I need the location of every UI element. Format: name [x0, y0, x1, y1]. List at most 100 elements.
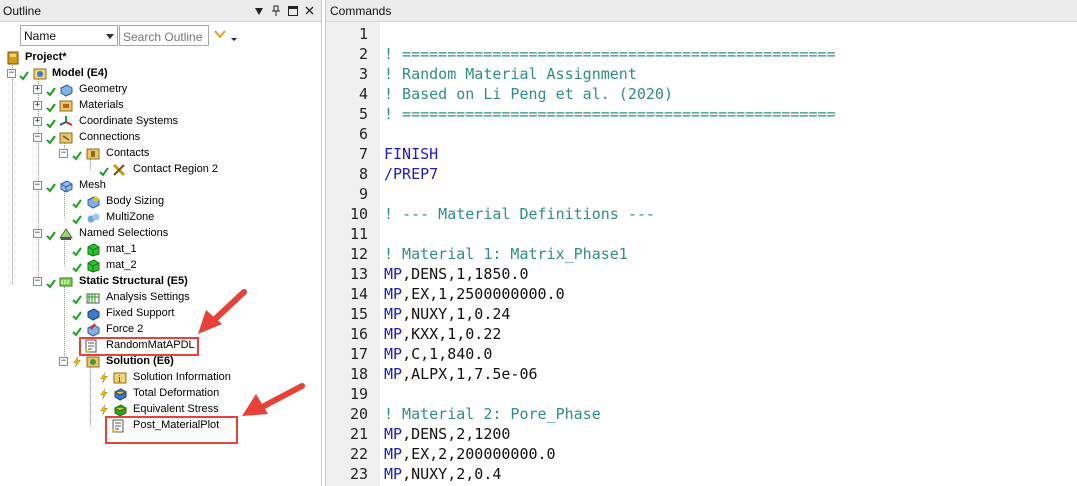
collapse-icon[interactable]: − [33, 277, 42, 286]
line-number: 5 [358, 105, 368, 123]
code-args: ,NUXY,2,0.4 [402, 465, 502, 483]
line-number: 6 [358, 125, 368, 143]
code-line: MP,EX,1,2500000000.0 [384, 285, 565, 303]
tree-node-fixed-support[interactable]: Fixed Support [0, 306, 200, 322]
tree-node-total-deformation[interactable]: Total Deformation [0, 386, 220, 402]
expand-icon[interactable]: + [33, 85, 42, 94]
collapse-icon[interactable]: − [59, 357, 68, 366]
tree-node-force-2[interactable]: Force 2 [0, 322, 200, 338]
highlight-box [105, 416, 238, 444]
connections-icon [59, 132, 73, 144]
float-icon[interactable] [285, 3, 300, 18]
code-keyword: MP [384, 425, 403, 443]
code-line: ! ======================================… [384, 45, 836, 63]
tree-label-force-2: Force 2 [106, 323, 144, 335]
code-line: MP,EX,2,200000000.0 [384, 445, 556, 463]
line-number: 22 [349, 445, 368, 463]
tree-node-solution-information[interactable]: i Solution Information [0, 370, 231, 386]
lightning-icon [100, 389, 108, 399]
tree-node-analysis-settings[interactable]: Analysis Settings [0, 290, 200, 306]
code-line: ! ======================================… [384, 105, 836, 123]
outline-panel: Outline Name Search Outline Project* − M… [0, 0, 322, 486]
outline-title: Outline [3, 4, 42, 18]
tree-label-solution-information: Solution Information [133, 371, 231, 383]
line-number-gutter: 1 2 3 4 5 6 7 8 9 10 11 12 13 14 15 16 17 18 19 20 21 22 23 [326, 22, 380, 486]
tree-label-contacts: Contacts [106, 147, 150, 159]
tree-node-mat-1[interactable]: mat_1 [0, 242, 200, 258]
check-icon [46, 279, 56, 289]
code-line: MP,DENS,1,1850.0 [384, 265, 529, 283]
model-icon [33, 68, 47, 80]
lightning-icon [100, 405, 108, 415]
filter-chevron-icon [214, 30, 237, 41]
tree-node-static-structural[interactable]: − Static Structural (E5) [0, 274, 220, 290]
check-icon [99, 167, 109, 177]
line-number: 3 [358, 65, 368, 83]
analysis-settings-icon [86, 293, 100, 304]
pin-icon[interactable] [251, 3, 266, 18]
check-icon [46, 103, 56, 113]
collapse-icon[interactable]: − [33, 181, 42, 190]
code-line: MP,NUXY,2,0.4 [384, 465, 501, 483]
tree-node-solution[interactable]: − Solution (E6) [0, 354, 200, 370]
lightning-icon [100, 373, 108, 383]
tree-node-mesh[interactable]: − Mesh [0, 178, 200, 194]
code-line: MP,C,1,840.0 [384, 345, 492, 363]
tree-node-contacts[interactable]: − Contacts [0, 146, 200, 162]
check-icon [72, 215, 82, 225]
tree-label-equivalent-stress: Equivalent Stress [133, 403, 219, 415]
code-line: FINISH [384, 145, 439, 163]
close-icon[interactable] [302, 3, 317, 18]
tree-node-connections[interactable]: − Connections [0, 130, 200, 146]
filter-dropdown-button[interactable] [212, 26, 242, 46]
tree-label-mat-1: mat_1 [106, 243, 137, 255]
tree-node-project[interactable]: Project* [6, 50, 206, 66]
tree-node-coordinate-systems[interactable]: + Coordinate Systems [0, 114, 200, 130]
code-args: ,C,1,840.0 [402, 345, 493, 363]
tree-label-connections: Connections [79, 131, 141, 143]
pushpin-icon[interactable] [268, 3, 283, 18]
name-select[interactable]: Name [20, 25, 118, 46]
collapse-icon[interactable]: − [33, 229, 42, 238]
line-number: 16 [349, 325, 368, 343]
collapse-icon[interactable]: − [7, 69, 16, 78]
check-icon [72, 311, 82, 321]
expand-icon[interactable]: + [33, 101, 42, 110]
code-line: ! Random Material Assignment [384, 65, 637, 83]
tree-node-materials[interactable]: + Materials [0, 98, 200, 114]
tree-node-model[interactable]: − Model (E4) [0, 66, 200, 82]
line-number: 11 [349, 225, 368, 243]
code-args: ,ALPX,1,7.5e-06 [402, 365, 538, 383]
commands-panel: Commands 1 2 3 4 5 6 7 8 9 10 11 12 13 14 15 16 17 18 19 20… [325, 0, 1077, 486]
line-number: 20 [349, 405, 368, 423]
tree-node-named-selections[interactable]: − Named Selections [0, 226, 200, 242]
tree-node-body-sizing[interactable]: Body Sizing [0, 194, 200, 210]
code-args: ,DENS,1,1850.0 [402, 265, 529, 283]
lightning-icon [73, 357, 81, 367]
annotation-arrow [198, 289, 247, 334]
highlight-box [79, 337, 199, 356]
project-icon [7, 51, 19, 65]
collapse-icon[interactable]: − [59, 149, 68, 158]
line-number: 9 [358, 185, 368, 203]
tree-node-contact-region[interactable]: Contact Region 2 [0, 162, 240, 178]
code-line: ! --- Material Definitions --- [384, 205, 655, 223]
expand-icon[interactable]: + [33, 117, 42, 126]
tree-node-multizone[interactable]: MultiZone [0, 210, 200, 226]
code-keyword: MP [384, 305, 403, 323]
tree-label-geometry: Geometry [79, 83, 128, 95]
tree-label-analysis-settings: Analysis Settings [106, 291, 190, 303]
collapse-icon[interactable]: − [33, 133, 42, 142]
contact-region-icon [112, 163, 126, 177]
check-icon [72, 327, 82, 337]
code-keyword: MP [384, 285, 403, 303]
check-icon [19, 71, 29, 81]
code-line: /PREP7 [384, 165, 439, 183]
search-outline-input[interactable] [119, 25, 209, 46]
line-number: 10 [349, 205, 368, 223]
tree-node-geometry[interactable]: + Geometry [0, 82, 200, 98]
tree-node-mat-2[interactable]: mat_2 [0, 258, 200, 274]
mesh-icon [60, 180, 73, 193]
line-number: 13 [349, 265, 368, 283]
tree-label-model: Model (E4) [52, 67, 108, 79]
